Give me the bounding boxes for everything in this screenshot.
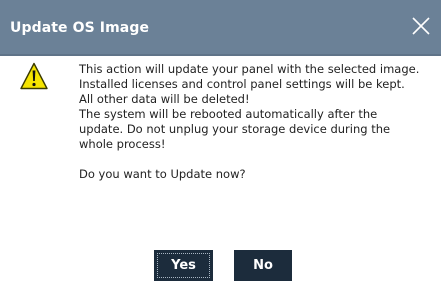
- update-os-image-dialog: Update OS Image This action will update …: [0, 0, 441, 285]
- dialog-title: Update OS Image: [10, 20, 150, 36]
- dialog-titlebar: Update OS Image: [0, 0, 441, 56]
- message-line: The system will be rebooted automaticall…: [79, 107, 391, 151]
- yes-button[interactable]: Yes: [154, 250, 213, 281]
- dialog-content: This action will update your panel with …: [0, 56, 441, 285]
- dialog-message: This action will update your panel with …: [79, 62, 424, 182]
- message-spacer: [79, 152, 424, 167]
- warning-triangle-icon: [20, 62, 48, 90]
- message-line: All other data will be deleted!: [79, 92, 250, 106]
- no-button[interactable]: No: [234, 250, 292, 281]
- close-icon[interactable]: [411, 16, 431, 36]
- message-line: This action will update your panel with …: [79, 62, 420, 76]
- dialog-question: Do you want to Update now?: [79, 167, 246, 181]
- message-line: Installed licenses and control panel set…: [79, 77, 405, 91]
